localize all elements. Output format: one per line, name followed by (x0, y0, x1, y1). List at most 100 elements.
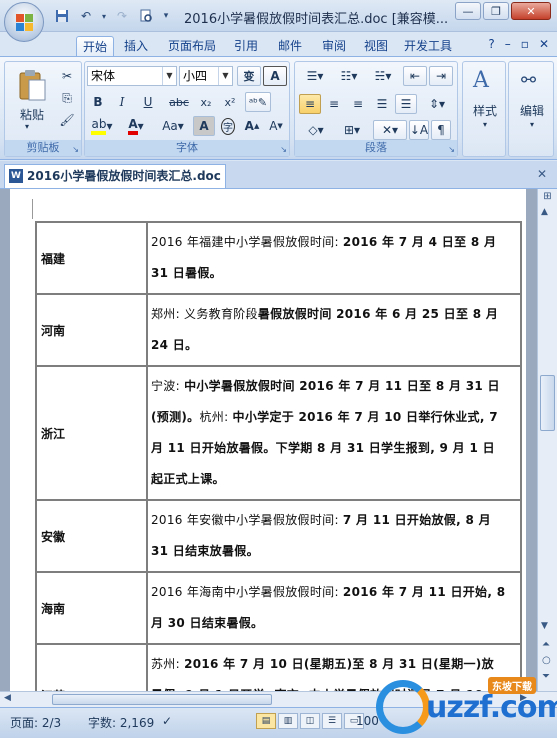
change-case-button[interactable]: Aa ▾ (155, 116, 191, 136)
tab-insert[interactable]: 插入 (118, 36, 154, 56)
justify-icon[interactable]: ☰ (371, 94, 393, 114)
document-page[interactable]: 福建 2016 年福建中小学暑假放假时间: 2016 年 7 月 4 日至 8 月… (10, 189, 526, 691)
chevron-down-icon[interactable]: ▼ (162, 67, 176, 85)
full-screen-reading-icon[interactable]: ▥ (278, 713, 298, 729)
tab-references[interactable]: 引用 (228, 36, 264, 56)
tab-mailings[interactable]: 邮件 (272, 36, 308, 56)
grow-font-icon[interactable]: A ▲ (241, 116, 263, 136)
print-preview-icon[interactable] (136, 7, 156, 25)
decrease-indent-icon[interactable]: ⇤ (403, 66, 427, 86)
redo-icon[interactable]: ↷ (112, 7, 132, 25)
scroll-down-icon[interactable]: ▼ (541, 621, 548, 631)
scroll-left-icon[interactable]: ◀ (4, 693, 11, 703)
font-name-combo[interactable]: 宋体 ▼ (87, 66, 177, 86)
increase-indent-icon[interactable]: ⇥ (429, 66, 453, 86)
underline-button[interactable]: U (135, 92, 161, 112)
clipboard-launcher-icon[interactable]: ↘ (72, 145, 79, 154)
borders-icon[interactable]: ⊞▾ (335, 120, 369, 140)
previous-page-icon[interactable]: ⏶ (542, 639, 550, 650)
word-count[interactable]: 字数: 2,169 (88, 714, 154, 731)
province-cell[interactable]: 江苏 (35, 643, 148, 691)
vertical-scrollbar[interactable]: ⊞ ▲ ▼ ⏶ ○ ⏷ (537, 189, 557, 691)
bullets-icon[interactable]: ☰▾ (299, 66, 331, 86)
styles-group[interactable]: A 样式 ▾ (462, 61, 506, 157)
chevron-down-icon: ▾ (529, 120, 534, 129)
sort-icon[interactable]: ↓A (409, 120, 429, 140)
paste-dropdown-icon[interactable]: ▾ (25, 122, 29, 131)
font-launcher-icon[interactable]: ↘ (280, 145, 287, 154)
numbering-icon[interactable]: ☷▾ (333, 66, 365, 86)
vacation-detail-cell[interactable]: 2016 年福建中小学暑假放假时间: 2016 年 7 月 4 日至 8 月 3… (146, 221, 522, 295)
vertical-scroll-thumb[interactable] (540, 375, 555, 431)
paste-icon[interactable] (17, 68, 47, 102)
paste-label[interactable]: 粘贴 (15, 106, 49, 123)
ribbon-restore-icon[interactable]: ▫ (521, 37, 529, 51)
tab-page-layout[interactable]: 页面布局 (162, 36, 222, 56)
ribbon-minimize-icon[interactable]: – (505, 37, 511, 51)
scroll-up-icon[interactable]: ▲ (541, 207, 548, 217)
chinese-layout-icon[interactable]: ✕▾ (373, 120, 407, 140)
multilevel-list-icon[interactable]: ☵▾ (367, 66, 399, 86)
document-tab[interactable]: W 2016小学暑假放假时间表汇总.doc (4, 164, 226, 188)
align-right-icon[interactable]: ≡ (347, 94, 369, 114)
paragraph-launcher-icon[interactable]: ↘ (448, 145, 455, 154)
ribbon-close-icon[interactable]: ✕ (539, 37, 549, 51)
shading-icon[interactable]: ◇▾ (299, 120, 333, 140)
dropdown-arrow-icon[interactable]: ▾ (100, 7, 108, 25)
save-icon[interactable] (52, 7, 72, 25)
horizontal-scroll-thumb[interactable] (52, 694, 272, 705)
province-cell[interactable]: 安徽 (35, 499, 148, 573)
show-marks-icon[interactable]: ¶ (431, 120, 451, 140)
char-border-button[interactable]: A (263, 66, 287, 86)
vacation-detail-cell[interactable]: 郑州: 义务教育阶段暑假放假时间 2016 年 6 月 25 日至 8 月 24… (146, 293, 522, 367)
tab-home[interactable]: 开始 (76, 36, 115, 56)
bold-button[interactable]: B (87, 92, 109, 112)
copy-icon[interactable]: ⎘ (57, 88, 77, 108)
restore-icon[interactable]: ❐ (483, 2, 509, 20)
align-left-icon[interactable]: ≡ (299, 94, 321, 114)
enclose-char-button[interactable]: 字 (217, 116, 239, 136)
char-shading-icon[interactable]: A (193, 116, 215, 136)
highlight-icon[interactable]: ab ▾ (87, 116, 117, 136)
font-size-combo[interactable]: 小四 ▼ (179, 66, 233, 86)
distributed-icon[interactable]: ☰ (395, 94, 417, 114)
line-spacing-icon[interactable]: ⇕▾ (421, 94, 453, 114)
shrink-font-icon[interactable]: A ▼ (265, 116, 287, 136)
tab-view[interactable]: 视图 (358, 36, 394, 56)
print-layout-icon[interactable]: ▤ (256, 713, 276, 729)
vacation-detail-cell[interactable]: 2016 年海南中小学暑假放假时间: 2016 年 7 月 11 日开始, 8 … (146, 571, 522, 645)
strikethrough-button[interactable]: abc (165, 92, 193, 112)
chevron-down-icon[interactable]: ▼ (218, 67, 232, 85)
proofing-icon[interactable]: ✓ (162, 714, 172, 728)
font-color-icon[interactable]: A ▾ (121, 116, 151, 136)
ruler-toggle-icon[interactable]: ⊞ (540, 191, 555, 205)
wen-button[interactable]: 变 (237, 66, 261, 86)
vacation-detail-cell[interactable]: 2016 年安徽中小学暑假放假时间: 7 月 11 日开始放假, 8 月 31 … (146, 499, 522, 573)
province-cell[interactable]: 海南 (35, 571, 148, 645)
align-center-icon[interactable]: ≡ (323, 94, 345, 114)
outline-icon[interactable]: ☰ (322, 713, 342, 729)
superscript-button[interactable]: x² (219, 92, 241, 112)
tab-review[interactable]: 审阅 (316, 36, 352, 56)
customize-qat-icon[interactable]: ▾ (160, 7, 172, 25)
cut-icon[interactable]: ✂ (57, 66, 77, 86)
italic-button[interactable]: I (111, 92, 133, 112)
province-cell[interactable]: 河南 (35, 293, 148, 367)
tab-developer[interactable]: 开发工具 (398, 36, 458, 56)
office-button[interactable] (4, 2, 44, 42)
province-cell[interactable]: 浙江 (35, 365, 148, 501)
minimize-icon[interactable]: — (455, 2, 481, 20)
page-count[interactable]: 页面: 2/3 (10, 714, 61, 731)
editing-group[interactable]: ⚯ 编辑 ▾ (508, 61, 554, 157)
vacation-detail-cell[interactable]: 宁波: 中小学暑假放假时间 2016 年 7 月 11 日至 8 月 31 日(… (146, 365, 522, 501)
select-browse-object-icon[interactable]: ○ (542, 655, 551, 666)
province-cell[interactable]: 福建 (35, 221, 148, 295)
clear-formatting-icon[interactable]: ᵃᵇ✎ (245, 92, 271, 112)
close-icon[interactable]: ✕ (537, 167, 547, 181)
undo-icon[interactable]: ↶ (76, 7, 96, 25)
help-icon[interactable]: ? (488, 37, 494, 51)
close-icon[interactable]: ✕ (511, 2, 551, 20)
web-layout-icon[interactable]: ◫ (300, 713, 320, 729)
subscript-button[interactable]: x₂ (195, 92, 217, 112)
format-painter-icon[interactable]: 🖌 (57, 110, 77, 130)
